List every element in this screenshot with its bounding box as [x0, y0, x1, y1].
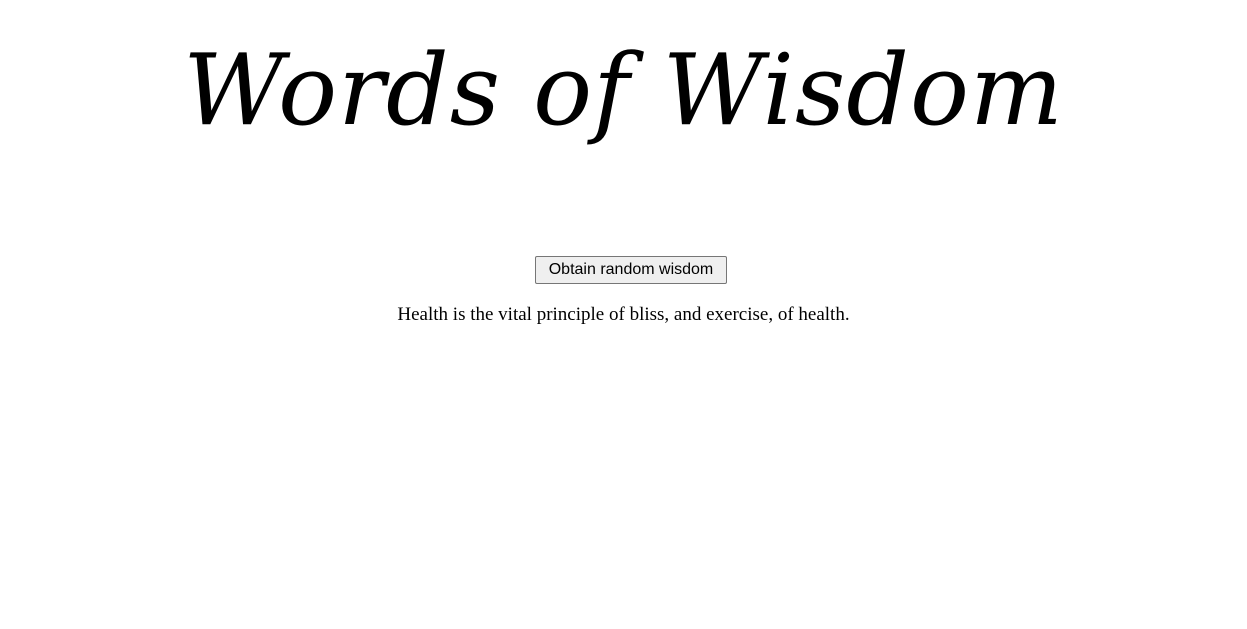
page: Words of Wisdom Obtain random wisdom Hea… — [0, 0, 1247, 629]
page-title: Words of Wisdom — [183, 34, 1064, 148]
obtain-wisdom-button[interactable]: Obtain random wisdom — [535, 256, 727, 284]
wisdom-quote: Health is the vital principle of bliss, … — [397, 304, 850, 325]
